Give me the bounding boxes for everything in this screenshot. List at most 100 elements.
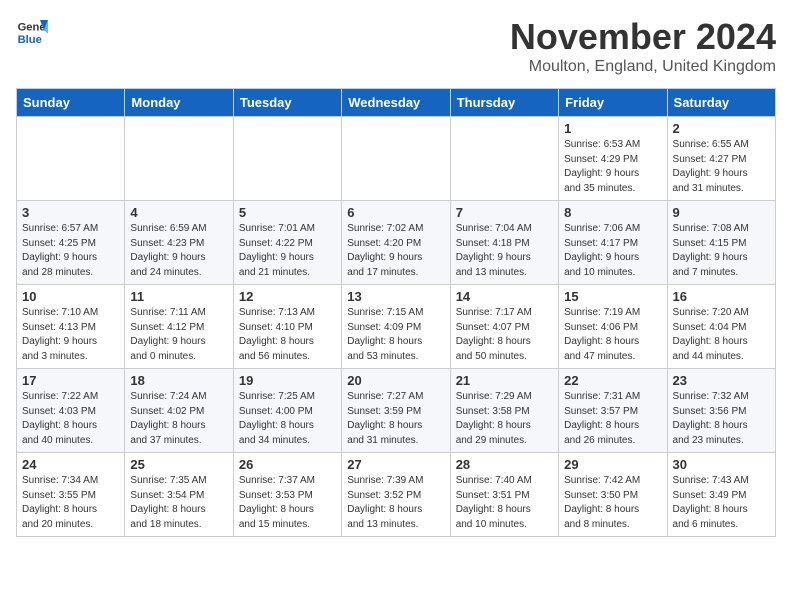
day-info: Sunrise: 7:42 AM Sunset: 3:50 PM Dayligh… (564, 474, 661, 532)
table-row: 25 Sunrise: 7:35 AM Sunset: 3:54 PM Dayli… (125, 453, 233, 537)
table-row (125, 117, 233, 201)
day-number: 15 (564, 289, 661, 304)
table-row: 5Sunrise: 7:01 AM Sunset: 4:22 PM Daylig… (233, 201, 341, 285)
table-row: 8 Sunrise: 7:06 AM Sunset: 4:17 PM Daylig… (559, 201, 667, 285)
table-row: 22 Sunrise: 7:31 AM Sunset: 3:57 PM Dayli… (559, 369, 667, 453)
table-row: 16 Sunrise: 7:20 AM Sunset: 4:04 PM Dayli… (667, 285, 775, 369)
table-row (233, 117, 341, 201)
day-number: 13 (347, 289, 444, 304)
month-title: November 2024 (510, 16, 776, 58)
day-info: Sunrise: 7:32 AM Sunset: 3:56 PM Dayligh… (673, 390, 770, 448)
day-info: Sunrise: 7:31 AM Sunset: 3:57 PM Dayligh… (564, 390, 661, 448)
table-row: 27 Sunrise: 7:39 AM Sunset: 3:52 PM Dayli… (342, 453, 450, 537)
day-number: 17 (22, 373, 119, 388)
day-info: Sunrise: 7:22 AM Sunset: 4:03 PM Dayligh… (22, 390, 119, 448)
svg-text:Blue: Blue (18, 34, 42, 46)
day-number: 28 (456, 457, 553, 472)
day-info: Sunrise: 7:20 AM Sunset: 4:04 PM Dayligh… (673, 306, 770, 364)
page-header: General Blue November 2024 Moulton, Engl… (16, 16, 776, 76)
day-number: 9 (673, 205, 770, 220)
day-number: 11 (130, 289, 227, 304)
calendar-week-row: 17 Sunrise: 7:22 AM Sunset: 4:03 PM Dayli… (17, 369, 776, 453)
calendar-week-row: 10 Sunrise: 7:10 AM Sunset: 4:13 PM Dayli… (17, 285, 776, 369)
day-info: Sunrise: 7:10 AM Sunset: 4:13 PM Dayligh… (22, 306, 119, 364)
day-info: Sunrise: 7:17 AM Sunset: 4:07 PM Dayligh… (456, 306, 553, 364)
table-row: 21 Sunrise: 7:29 AM Sunset: 3:58 PM Dayli… (450, 369, 558, 453)
day-number: 8 (564, 205, 661, 220)
day-info: Sunrise: 7:24 AM Sunset: 4:02 PM Dayligh… (130, 390, 227, 448)
day-number: 19 (239, 373, 336, 388)
day-info: Sunrise: 7:43 AM Sunset: 3:49 PM Dayligh… (673, 474, 770, 532)
col-friday: Friday (559, 89, 667, 117)
table-row: 30 Sunrise: 7:43 AM Sunset: 3:49 PM Dayli… (667, 453, 775, 537)
table-row: 4Sunrise: 6:59 AM Sunset: 4:23 PM Daylig… (125, 201, 233, 285)
day-number: 24 (22, 457, 119, 472)
day-info: Sunrise: 7:35 AM Sunset: 3:54 PM Dayligh… (130, 474, 227, 532)
day-number: 14 (456, 289, 553, 304)
day-info: Sunrise: 7:29 AM Sunset: 3:58 PM Dayligh… (456, 390, 553, 448)
page-container: General Blue November 2024 Moulton, Engl… (0, 0, 792, 547)
calendar-table: Sunday Monday Tuesday Wednesday Thursday… (16, 88, 776, 537)
table-row: 9 Sunrise: 7:08 AM Sunset: 4:15 PM Daylig… (667, 201, 775, 285)
day-info: Sunrise: 7:27 AM Sunset: 3:59 PM Dayligh… (347, 390, 444, 448)
table-row: 11 Sunrise: 7:11 AM Sunset: 4:12 PM Dayli… (125, 285, 233, 369)
day-number: 18 (130, 373, 227, 388)
title-area: November 2024 Moulton, England, United K… (510, 16, 776, 76)
col-sunday: Sunday (17, 89, 125, 117)
day-number: 22 (564, 373, 661, 388)
day-number: 25 (130, 457, 227, 472)
day-number: 6 (347, 205, 444, 220)
day-number: 27 (347, 457, 444, 472)
day-number: 30 (673, 457, 770, 472)
day-number: 12 (239, 289, 336, 304)
table-row: 23 Sunrise: 7:32 AM Sunset: 3:56 PM Dayli… (667, 369, 775, 453)
day-info: Sunrise: 7:08 AM Sunset: 4:15 PM Dayligh… (673, 222, 770, 280)
table-row: 17 Sunrise: 7:22 AM Sunset: 4:03 PM Dayli… (17, 369, 125, 453)
day-number: 16 (673, 289, 770, 304)
table-row: 28 Sunrise: 7:40 AM Sunset: 3:51 PM Dayli… (450, 453, 558, 537)
calendar-header-row: Sunday Monday Tuesday Wednesday Thursday… (17, 89, 776, 117)
col-monday: Monday (125, 89, 233, 117)
day-number: 21 (456, 373, 553, 388)
day-info: Sunrise: 7:11 AM Sunset: 4:12 PM Dayligh… (130, 306, 227, 364)
table-row (450, 117, 558, 201)
day-number: 5 (239, 205, 336, 220)
day-info: Sunrise: 7:15 AM Sunset: 4:09 PM Dayligh… (347, 306, 444, 364)
calendar-week-row: 1Sunrise: 6:53 AM Sunset: 4:29 PM Daylig… (17, 117, 776, 201)
day-info: Sunrise: 7:19 AM Sunset: 4:06 PM Dayligh… (564, 306, 661, 364)
day-info: Sunrise: 6:57 AM Sunset: 4:25 PM Dayligh… (22, 222, 119, 280)
table-row: 15 Sunrise: 7:19 AM Sunset: 4:06 PM Dayli… (559, 285, 667, 369)
table-row: 24 Sunrise: 7:34 AM Sunset: 3:55 PM Dayli… (17, 453, 125, 537)
table-row: 12Sunrise: 7:13 AM Sunset: 4:10 PM Dayli… (233, 285, 341, 369)
table-row: 29 Sunrise: 7:42 AM Sunset: 3:50 PM Dayli… (559, 453, 667, 537)
day-info: Sunrise: 7:34 AM Sunset: 3:55 PM Dayligh… (22, 474, 119, 532)
logo: General Blue (16, 16, 48, 48)
calendar-week-row: 24 Sunrise: 7:34 AM Sunset: 3:55 PM Dayli… (17, 453, 776, 537)
day-number: 10 (22, 289, 119, 304)
day-number: 23 (673, 373, 770, 388)
day-info: Sunrise: 7:02 AM Sunset: 4:20 PM Dayligh… (347, 222, 444, 280)
col-thursday: Thursday (450, 89, 558, 117)
day-info: Sunrise: 7:06 AM Sunset: 4:17 PM Dayligh… (564, 222, 661, 280)
table-row: 3Sunrise: 6:57 AM Sunset: 4:25 PM Daylig… (17, 201, 125, 285)
table-row: 1Sunrise: 6:53 AM Sunset: 4:29 PM Daylig… (559, 117, 667, 201)
location: Moulton, England, United Kingdom (510, 58, 776, 76)
day-number: 29 (564, 457, 661, 472)
col-saturday: Saturday (667, 89, 775, 117)
day-info: Sunrise: 6:59 AM Sunset: 4:23 PM Dayligh… (130, 222, 227, 280)
table-row: 6 Sunrise: 7:02 AM Sunset: 4:20 PM Daylig… (342, 201, 450, 285)
day-number: 1 (564, 121, 661, 136)
table-row: 14 Sunrise: 7:17 AM Sunset: 4:07 PM Dayli… (450, 285, 558, 369)
day-info: Sunrise: 6:55 AM Sunset: 4:27 PM Dayligh… (673, 138, 770, 196)
day-info: Sunrise: 7:40 AM Sunset: 3:51 PM Dayligh… (456, 474, 553, 532)
table-row: 13 Sunrise: 7:15 AM Sunset: 4:09 PM Dayli… (342, 285, 450, 369)
day-info: Sunrise: 7:39 AM Sunset: 3:52 PM Dayligh… (347, 474, 444, 532)
logo-icon: General Blue (16, 16, 48, 48)
day-number: 20 (347, 373, 444, 388)
table-row: 2 Sunrise: 6:55 AM Sunset: 4:27 PM Daylig… (667, 117, 775, 201)
day-number: 7 (456, 205, 553, 220)
day-number: 2 (673, 121, 770, 136)
calendar-week-row: 3Sunrise: 6:57 AM Sunset: 4:25 PM Daylig… (17, 201, 776, 285)
col-tuesday: Tuesday (233, 89, 341, 117)
table-row: 26Sunrise: 7:37 AM Sunset: 3:53 PM Dayli… (233, 453, 341, 537)
